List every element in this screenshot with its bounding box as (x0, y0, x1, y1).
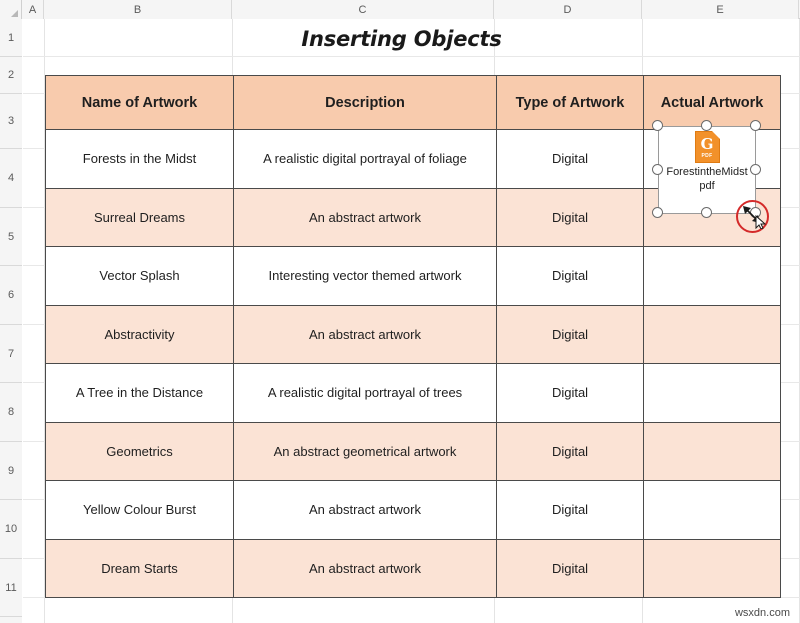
table-header-row: Name of Artwork Description Type of Artw… (45, 75, 781, 130)
column-header-c[interactable]: C (232, 0, 494, 19)
page-title[interactable]: Inserting Objects (23, 20, 780, 58)
select-all-triangle-icon (11, 10, 18, 17)
cell-name[interactable]: Geometrics (45, 421, 234, 481)
embedded-object-label-line1: ForestintheMidst (666, 166, 748, 178)
cell-name[interactable]: Surreal Dreams (45, 187, 234, 247)
table-row[interactable]: Yellow Colour Burst An abstract artwork … (45, 480, 781, 540)
cell-artwork[interactable] (643, 421, 781, 481)
table-row[interactable]: Abstractivity An abstract artwork Digita… (45, 304, 781, 364)
select-all-button[interactable] (0, 0, 22, 19)
resize-handle-bottom-center[interactable] (701, 207, 712, 218)
cell-type[interactable]: Digital (496, 129, 644, 189)
column-header-b[interactable]: B (44, 0, 232, 19)
cell-artwork[interactable] (643, 304, 781, 364)
column-header-type-of-artwork[interactable]: Type of Artwork (496, 75, 644, 130)
row-header-5[interactable]: 5 (0, 208, 22, 266)
resize-handle-bottom-left[interactable] (652, 207, 663, 218)
embedded-object-label: ForestintheMidst pdf (659, 166, 755, 194)
row-header-10[interactable]: 10 (0, 500, 22, 559)
column-header-a[interactable]: A (22, 0, 44, 19)
cell-description[interactable]: An abstract artwork (233, 187, 497, 247)
cell-name[interactable]: Vector Splash (45, 246, 234, 306)
column-header-name-of-artwork[interactable]: Name of Artwork (45, 75, 234, 130)
row-header-2[interactable]: 2 (0, 57, 22, 94)
table-row[interactable]: Dream Starts An abstract artwork Digital (45, 538, 781, 598)
column-header-d[interactable]: D (494, 0, 642, 19)
column-header-e[interactable]: E (642, 0, 799, 19)
row-header-6[interactable]: 6 (0, 266, 22, 325)
row-header-1[interactable]: 1 (0, 19, 22, 57)
cell-type[interactable]: Digital (496, 480, 644, 540)
table-row[interactable]: Vector Splash Interesting vector themed … (45, 246, 781, 306)
row-header-gutter: 1 2 3 4 5 6 7 8 9 10 11 12 (0, 19, 22, 623)
resize-handle-middle-right[interactable] (750, 164, 761, 175)
cell-artwork[interactable] (643, 363, 781, 423)
resize-handle-top-left[interactable] (652, 120, 663, 131)
cell-type[interactable]: Digital (496, 538, 644, 598)
resize-handle-top-right[interactable] (750, 120, 761, 131)
cell-description[interactable]: An abstract geometrical artwork (233, 421, 497, 481)
cell-description[interactable]: An abstract artwork (233, 304, 497, 364)
cell-type[interactable]: Digital (496, 421, 644, 481)
cell-name[interactable]: Yellow Colour Burst (45, 480, 234, 540)
row-header-12[interactable]: 12 (0, 617, 22, 623)
column-header-description[interactable]: Description (233, 75, 497, 130)
embedded-object-label-line2: pdf (699, 179, 715, 192)
cell-description[interactable]: A realistic digital portrayal of trees (233, 363, 497, 423)
table-row[interactable]: A Tree in the Distance A realistic digit… (45, 363, 781, 423)
row-header-3[interactable]: 3 (0, 94, 22, 149)
table-row[interactable]: Geometrics An abstract geometrical artwo… (45, 421, 781, 481)
cell-type[interactable]: Digital (496, 246, 644, 306)
row-header-9[interactable]: 9 (0, 442, 22, 500)
row-header-11[interactable]: 11 (0, 559, 22, 617)
resize-handle-middle-left[interactable] (652, 164, 663, 175)
embedded-pdf-object[interactable]: G PDF ForestintheMidst pdf (658, 126, 756, 214)
embedded-object-content: G PDF ForestintheMidst pdf (659, 127, 755, 213)
cell-description[interactable]: Interesting vector themed artwork (233, 246, 497, 306)
diagonal-resize-cursor (740, 203, 767, 230)
cell-type[interactable]: Digital (496, 304, 644, 364)
cell-name[interactable]: Dream Starts (45, 538, 234, 598)
cell-description[interactable]: An abstract artwork (233, 538, 497, 598)
pdf-icon-glyph: G (700, 135, 714, 153)
cell-type[interactable]: Digital (496, 187, 644, 247)
excel-sheet-screenshot: A B C D E 1 2 3 4 5 6 7 8 9 10 11 12 (0, 0, 800, 623)
watermark: wsxdn.com (734, 607, 790, 619)
column-header-band: A B C D E (0, 0, 800, 19)
pdf-file-icon: G PDF (694, 131, 720, 163)
row-header-4[interactable]: 4 (0, 149, 22, 208)
cell-name[interactable]: Forests in the Midst (45, 129, 234, 189)
cell-name[interactable]: Abstractivity (45, 304, 234, 364)
row-header-7[interactable]: 7 (0, 325, 22, 383)
cell-artwork[interactable] (643, 538, 781, 598)
resize-handle-top-center[interactable] (701, 120, 712, 131)
cell-description[interactable]: An abstract artwork (233, 480, 497, 540)
cell-artwork[interactable] (643, 480, 781, 540)
pdf-icon-tag: PDF (701, 153, 713, 159)
row-header-8[interactable]: 8 (0, 383, 22, 442)
cell-description[interactable]: A realistic digital portrayal of foliage (233, 129, 497, 189)
cell-artwork[interactable] (643, 246, 781, 306)
page-fold-corner-icon (711, 131, 720, 139)
cell-type[interactable]: Digital (496, 363, 644, 423)
cell-name[interactable]: A Tree in the Distance (45, 363, 234, 423)
